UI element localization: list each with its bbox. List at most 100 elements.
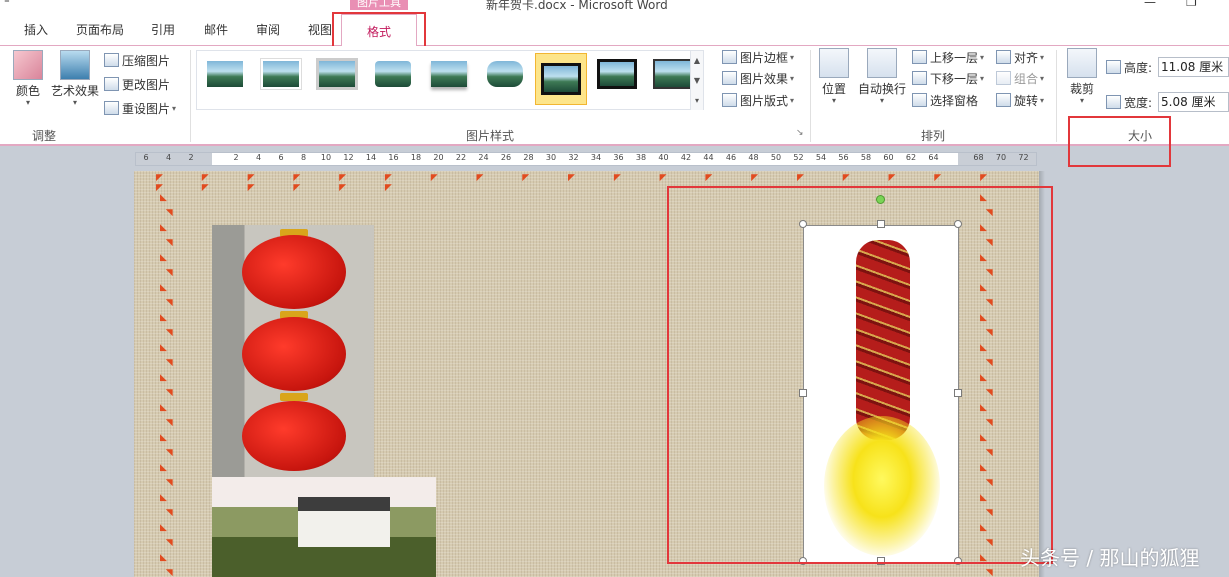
resize-handle[interactable] (877, 557, 885, 565)
wrap-text-button[interactable]: 自动换行 ▾ (856, 48, 908, 105)
rotate-button[interactable]: 旋转 ▾ (996, 90, 1044, 110)
height-input[interactable]: 11.08 厘米 (1158, 57, 1229, 77)
picture-style-thumbnail[interactable] (315, 57, 359, 91)
picture-style-thumbnail[interactable] (259, 57, 303, 91)
chevron-down-icon: ▾ (1079, 96, 1084, 105)
crop-button[interactable]: 裁剪 ▾ (1064, 48, 1100, 105)
firecracker-sparks (824, 416, 940, 556)
house-shape (298, 497, 390, 547)
ruler-tick-label: 18 (410, 153, 422, 162)
ruler-tick-label: 12 (343, 153, 354, 162)
chevron-down-icon: ▾ (790, 73, 795, 83)
height-label: 高度: (1124, 60, 1153, 75)
resize-handle[interactable] (799, 389, 807, 397)
bring-forward-button[interactable]: 上移一层 ▾ (912, 47, 984, 67)
position-button[interactable]: 位置 ▾ (816, 48, 852, 105)
firecracker-page-border: ◣ ◥ ◣ ◥ ◣ ◥ ◣ ◥ ◣ ◥ ◣ ◥ ◣ ◥ ◣ ◥ ◣ ◥ ◣ ◥ … (160, 193, 173, 577)
rotate-handle[interactable] (876, 195, 885, 204)
ruler-tick-label: 4 (165, 153, 172, 162)
tab-references[interactable]: 引用 (151, 21, 175, 38)
ruler-tick-label: 24 (478, 153, 489, 162)
align-button[interactable]: 对齐 ▾ (996, 47, 1044, 67)
reset-picture-icon (104, 101, 119, 115)
gallery-more-button[interactable]: ▾ (690, 91, 703, 110)
ruler-tick-label: 30 (545, 153, 557, 162)
reset-picture-button[interactable]: 重设图片 ▾ (104, 98, 176, 118)
picture-style-thumbnail-selected[interactable] (535, 53, 587, 105)
picture-style-thumbnail[interactable] (595, 57, 639, 91)
tab-format[interactable]: 格式 (341, 14, 417, 47)
resize-handle[interactable] (954, 557, 962, 565)
picture-layout-button[interactable]: 图片版式 ▾ (722, 90, 794, 110)
arrange-group-label: 排列 (921, 129, 946, 143)
gallery-scroll-down-button[interactable]: ▼ (690, 71, 703, 91)
compress-icon (104, 53, 119, 67)
ruler-tick-label: 46 (725, 153, 737, 162)
firecracker-picture-selected[interactable] (803, 225, 959, 563)
size-group-label: 大小 (1128, 129, 1153, 143)
minimize-button[interactable]: — (1144, 0, 1156, 9)
picture-layout-icon (722, 93, 737, 107)
tab-insert[interactable]: 插入 (24, 21, 48, 38)
picture-border-icon (722, 50, 737, 64)
selection-pane-button[interactable]: 选择窗格 (912, 90, 978, 110)
color-label: 颜色 (15, 84, 40, 98)
artistic-effects-icon (60, 50, 90, 80)
picture-style-thumbnail[interactable] (651, 57, 695, 91)
tab-page-layout[interactable]: 页面布局 (76, 21, 124, 38)
quick-access-toolbar-icon[interactable]: ⁼ (4, 0, 10, 9)
tab-review[interactable]: 审阅 (256, 21, 280, 38)
chevron-down-icon: ▾ (1040, 73, 1045, 83)
gallery-scroll-up-button[interactable]: ▲ (690, 51, 703, 71)
resize-handle[interactable] (954, 220, 962, 228)
ruler-tick-label: 68 (973, 153, 984, 162)
align-label: 对齐 (1014, 50, 1039, 65)
ruler-tick-label: 42 (680, 153, 692, 162)
ruler-tick-label: 44 (703, 153, 714, 162)
chevron-down-icon: ▾ (1040, 52, 1045, 62)
house-picture[interactable] (212, 477, 436, 577)
ruler-tick-label: 72 (1018, 153, 1029, 162)
tab-view[interactable]: 视图 (308, 21, 332, 38)
ruler-tick-label: 32 (568, 153, 579, 162)
resize-handle[interactable] (799, 220, 807, 228)
restore-button[interactable]: ❐ (1186, 0, 1197, 9)
ruler-tick-label: 40 (658, 153, 669, 162)
change-picture-button[interactable]: 更改图片 (104, 74, 170, 94)
ruler-tick-label: 16 (388, 153, 399, 162)
picture-border-button[interactable]: 图片边框 ▾ (722, 47, 794, 67)
picture-style-thumbnail[interactable] (371, 57, 415, 91)
dialog-launcher-icon[interactable]: ↘ (796, 128, 804, 138)
tab-mailings[interactable]: 邮件 (204, 21, 228, 38)
send-backward-icon (912, 71, 927, 85)
width-icon (1106, 95, 1121, 109)
resize-handle[interactable] (954, 389, 962, 397)
group-button[interactable]: 组合 ▾ (996, 68, 1044, 88)
resize-handle[interactable] (877, 220, 885, 228)
width-field-label: 宽度: (1106, 92, 1152, 112)
watermark: 头条号 / 那山的狐狸 (1020, 546, 1200, 570)
ruler-tick-label: 54 (815, 153, 827, 162)
chevron-down-icon: ▾ (831, 96, 836, 105)
crop-label: 裁剪 (1069, 82, 1094, 96)
crop-icon (1067, 48, 1097, 78)
artistic-effects-button[interactable]: 艺术效果 ▾ (50, 50, 100, 107)
picture-style-thumbnail[interactable] (203, 57, 247, 91)
width-input[interactable]: 5.08 厘米 (1158, 92, 1229, 112)
red-lantern (242, 317, 346, 391)
color-button[interactable]: 颜色 ▾ (10, 50, 46, 107)
picture-style-thumbnail[interactable] (483, 57, 527, 91)
ruler-tick-label: 70 (995, 153, 1007, 162)
chevron-down-icon: ▾ (790, 52, 795, 62)
picture-style-thumbnail[interactable] (427, 57, 471, 91)
ruler-tick-label: 48 (748, 153, 759, 162)
compress-pictures-button[interactable]: 压缩图片 (104, 50, 170, 70)
resize-handle[interactable] (799, 557, 807, 565)
picture-effects-button[interactable]: 图片效果 ▾ (722, 68, 794, 88)
chevron-down-icon: ▾ (1040, 95, 1045, 105)
document-page[interactable]: ◤ ◤ ◤ ◤ ◤ ◤ ◤ ◤ ◤ ◤ ◤ ◤ ◤ ◤ ◤ ◤ ◤ ◤ ◤ ◤ … (134, 171, 1039, 577)
send-backward-button[interactable]: 下移一层 ▾ (912, 68, 984, 88)
ruler-tick-label: 10 (320, 153, 332, 162)
lantern-picture[interactable] (212, 225, 374, 483)
horizontal-ruler[interactable]: 6 4 2 2 4 6 8 10 12 14 16 18 20 22 24 26 28 30 32 34 36 38 40 4… (135, 152, 1037, 166)
